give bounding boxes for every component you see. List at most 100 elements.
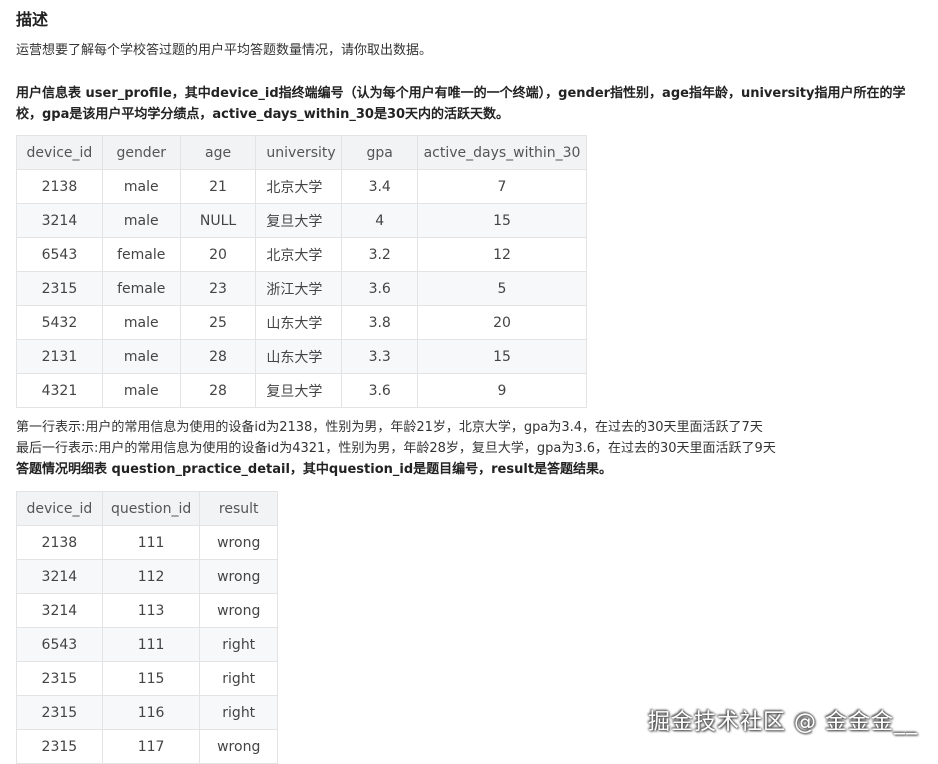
table-row: 2315 115 right bbox=[16, 661, 278, 696]
table-row: 2315 female 23 浙江大学 3.6 5 bbox=[16, 271, 587, 306]
table-cell: 112 bbox=[101, 559, 201, 594]
table-row: 6543 111 right bbox=[16, 627, 278, 662]
table-cell: 山东大学 bbox=[255, 305, 343, 340]
column-header: university bbox=[255, 135, 343, 170]
table-cell: 6543 bbox=[16, 237, 103, 272]
table-row: 3214 male NULL 复旦大学 4 15 bbox=[16, 203, 587, 238]
table-cell: 15 bbox=[417, 339, 587, 374]
table-cell: 北京大学 bbox=[255, 237, 343, 272]
table-cell: 北京大学 bbox=[255, 169, 343, 204]
table-cell: 2138 bbox=[16, 169, 103, 204]
table-cell: male bbox=[101, 305, 181, 340]
table-cell: 20 bbox=[179, 237, 257, 272]
first-row-note: 第一行表示:用户的常用信息为使用的设备id为2138，性别为男，年龄21岁，北京… bbox=[16, 420, 763, 435]
column-header: active_days_within_30 bbox=[417, 135, 587, 170]
table-cell: 28 bbox=[179, 373, 257, 408]
watermark: 掘金技术社区 @ 金金金__ bbox=[648, 710, 918, 735]
table-cell: 3.8 bbox=[341, 305, 419, 340]
table-cell: 2315 bbox=[16, 729, 103, 764]
table-row: 5432 male 25 山东大学 3.8 20 bbox=[16, 305, 587, 340]
table-cell: wrong bbox=[199, 525, 278, 560]
table-cell: 4321 bbox=[16, 373, 103, 408]
table-cell: right bbox=[199, 661, 278, 696]
user-profile-description: 用户信息表 user_profile，其中device_id指终端编号（认为每个… bbox=[16, 83, 932, 125]
table-cell: 7 bbox=[417, 169, 587, 204]
table-cell: wrong bbox=[199, 559, 278, 594]
column-header: age bbox=[179, 135, 257, 170]
user-profile-table: device_id gender age university gpa acti… bbox=[16, 135, 587, 408]
notes: 第一行表示:用户的常用信息为使用的设备id为2138，性别为男，年龄21岁，北京… bbox=[16, 417, 776, 480]
column-header: question_id bbox=[101, 491, 201, 526]
table-cell: female bbox=[101, 271, 181, 306]
table-cell: 25 bbox=[179, 305, 257, 340]
table-row: 6543 female 20 北京大学 3.2 12 bbox=[16, 237, 587, 272]
table-cell: 3214 bbox=[16, 203, 103, 238]
table-row: 3214 112 wrong bbox=[16, 559, 278, 594]
table-cell: 复旦大学 bbox=[255, 373, 343, 408]
table-row: 2315 116 right bbox=[16, 695, 278, 730]
table-cell: 15 bbox=[417, 203, 587, 238]
intro-text: 运营想要了解每个学校答过题的用户平均答题数量情况，请你取出数据。 bbox=[16, 43, 433, 58]
table-cell: 9 bbox=[417, 373, 587, 408]
table-cell: 2315 bbox=[16, 661, 103, 696]
table-cell: NULL bbox=[179, 203, 257, 238]
table-cell: 111 bbox=[101, 627, 201, 662]
table-cell: 113 bbox=[101, 593, 201, 628]
column-header: device_id bbox=[16, 491, 103, 526]
column-header: gpa bbox=[341, 135, 419, 170]
table-cell: 6543 bbox=[16, 627, 103, 662]
table-cell: 3.4 bbox=[341, 169, 419, 204]
table-cell: 复旦大学 bbox=[255, 203, 343, 238]
table-cell: 2138 bbox=[16, 525, 103, 560]
table-cell: right bbox=[199, 627, 278, 662]
section-title: 描述 bbox=[16, 10, 49, 29]
table-cell: 3214 bbox=[16, 559, 103, 594]
table-cell: 2131 bbox=[16, 339, 103, 374]
table-cell: 116 bbox=[101, 695, 201, 730]
table-cell: 23 bbox=[179, 271, 257, 306]
question-detail-description: 答题情况明细表 question_practice_detail，其中quest… bbox=[16, 462, 613, 477]
column-header: gender bbox=[101, 135, 181, 170]
table-row: 2131 male 28 山东大学 3.3 15 bbox=[16, 339, 587, 374]
table-cell: 21 bbox=[179, 169, 257, 204]
table-cell: 115 bbox=[101, 661, 201, 696]
table-cell: male bbox=[101, 339, 181, 374]
table-cell: 山东大学 bbox=[255, 339, 343, 374]
table-cell: 5432 bbox=[16, 305, 103, 340]
table-cell: 浙江大学 bbox=[255, 271, 343, 306]
table-row: 3214 113 wrong bbox=[16, 593, 278, 628]
table-cell: 12 bbox=[417, 237, 587, 272]
table-header-row: device_id gender age university gpa acti… bbox=[16, 135, 587, 170]
table-row: 2138 111 wrong bbox=[16, 525, 278, 560]
table-cell: 3.6 bbox=[341, 271, 419, 306]
last-row-note: 最后一行表示:用户的常用信息为使用的设备id为4321，性别为男，年龄28岁，复… bbox=[16, 441, 776, 456]
table-row: 2315 117 wrong bbox=[16, 729, 278, 764]
user-profile-description-line2: 校，gpa是该用户平均学分绩点，active_days_within_30是30… bbox=[16, 107, 510, 122]
table-cell: right bbox=[199, 695, 278, 730]
table-cell: 3.6 bbox=[341, 373, 419, 408]
table-cell: wrong bbox=[199, 593, 278, 628]
table-cell: female bbox=[101, 237, 181, 272]
table-row: 2138 male 21 北京大学 3.4 7 bbox=[16, 169, 587, 204]
table-cell: 117 bbox=[101, 729, 201, 764]
table-cell: 3.2 bbox=[341, 237, 419, 272]
user-profile-description-line1: 用户信息表 user_profile，其中device_id指终端编号（认为每个… bbox=[16, 86, 906, 101]
table-row: 4321 male 28 复旦大学 3.6 9 bbox=[16, 373, 587, 408]
table-cell: 4 bbox=[341, 203, 419, 238]
table-cell: 3214 bbox=[16, 593, 103, 628]
table-header-row: device_id question_id result bbox=[16, 491, 278, 526]
table-cell: male bbox=[101, 203, 181, 238]
table-cell: 2315 bbox=[16, 271, 103, 306]
table-cell: male bbox=[101, 373, 181, 408]
table-cell: 28 bbox=[179, 339, 257, 374]
table-cell: wrong bbox=[199, 729, 278, 764]
table-cell: 2315 bbox=[16, 695, 103, 730]
table-cell: 5 bbox=[417, 271, 587, 306]
question-practice-detail-table: device_id question_id result 2138 111 wr… bbox=[16, 491, 278, 764]
column-header: device_id bbox=[16, 135, 103, 170]
table-cell: 20 bbox=[417, 305, 587, 340]
column-header: result bbox=[199, 491, 278, 526]
table-cell: 111 bbox=[101, 525, 201, 560]
table-cell: male bbox=[101, 169, 181, 204]
table-cell: 3.3 bbox=[341, 339, 419, 374]
